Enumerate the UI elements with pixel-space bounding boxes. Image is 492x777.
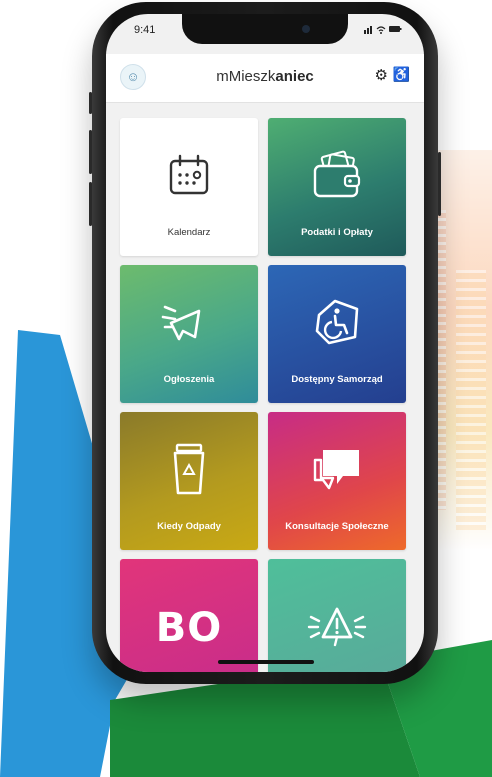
volume-up-button <box>89 130 92 174</box>
speech-bubble-icon <box>268 442 406 498</box>
tile-konsultacje-spoleczne[interactable]: Konsultacje Społeczne <box>268 412 406 550</box>
alert-icon <box>268 599 406 655</box>
home-indicator[interactable] <box>218 660 314 664</box>
mute-switch <box>89 92 92 114</box>
recycle-bin-icon <box>120 442 258 498</box>
signal-wifi-battery-icons <box>364 24 402 37</box>
app-header: ☺ mMieszkaniec ⚙ ♿ <box>106 54 424 103</box>
tile-label: Dostępny Samorząd <box>291 374 383 385</box>
tile-podatki-i-oplaty[interactable]: Podatki i Opłaty <box>268 118 406 256</box>
notch <box>182 14 348 44</box>
tile-bo[interactable]: BO <box>120 559 258 672</box>
tile-dostepny-samorzad[interactable]: Dostępny Samorząd <box>268 265 406 403</box>
accessibility-icon[interactable]: ♿ <box>393 66 410 83</box>
wallet-icon <box>268 148 406 204</box>
calendar-icon <box>120 148 258 204</box>
camera-dot <box>302 25 310 33</box>
bo-logo: BO <box>155 605 223 651</box>
megaphone-icon <box>120 295 258 351</box>
tile-alert[interactable] <box>268 559 406 672</box>
phone-frame: 9:41 ☺ mMieszkaniec ⚙ ♿ Kalendarz Podatk… <box>89 2 441 684</box>
tile-label: Kiedy Odpady <box>157 521 221 532</box>
phone-screen: 9:41 ☺ mMieszkaniec ⚙ ♿ Kalendarz Podatk… <box>106 14 424 672</box>
status-time: 9:41 <box>134 24 156 36</box>
volume-down-button <box>89 182 92 226</box>
tile-kiedy-odpady[interactable]: Kiedy Odpady <box>120 412 258 550</box>
power-button <box>438 152 441 216</box>
tile-label: Konsultacje Społeczne <box>285 521 389 532</box>
tile-label: Kalendarz <box>167 227 211 238</box>
tile-kalendarz[interactable]: Kalendarz <box>120 118 258 256</box>
tile-label: Ogłoszenia <box>163 374 215 385</box>
tile-ogloszenia[interactable]: Ogłoszenia <box>120 265 258 403</box>
gear-icon[interactable]: ⚙ <box>375 66 388 84</box>
wheelchair-icon <box>268 295 406 351</box>
tile-label: Podatki i Opłaty <box>301 227 373 238</box>
